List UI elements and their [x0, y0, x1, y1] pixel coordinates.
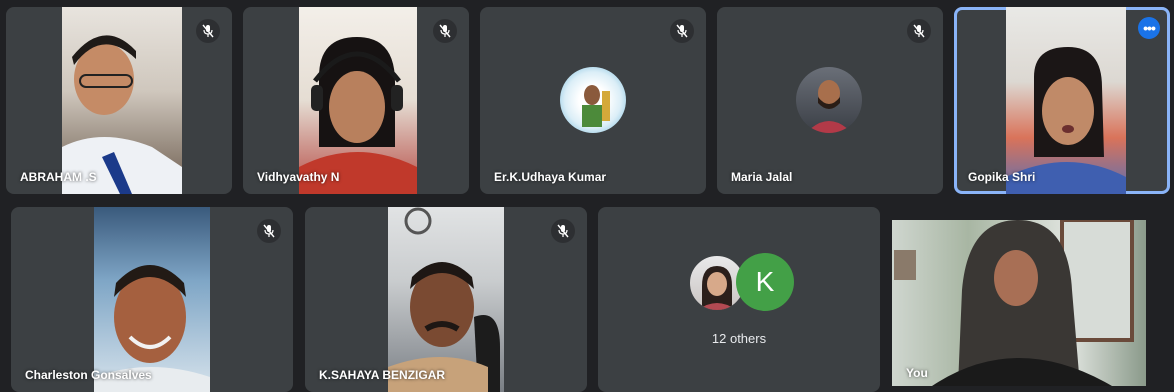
mic-off-icon — [907, 19, 931, 43]
participant-name: Charleston Gonsalves — [25, 368, 152, 382]
participant-video — [94, 207, 210, 392]
person-silhouette — [94, 265, 210, 392]
participant-name: K.SAHAYA BENZIGAR — [319, 368, 446, 382]
person-silhouette — [388, 207, 500, 392]
participant-video — [62, 7, 182, 194]
mic-off-icon — [551, 219, 575, 243]
avatar — [560, 67, 626, 133]
mic-off-icon — [257, 219, 281, 243]
self-view-video — [892, 220, 1146, 386]
others-count-label: 12 others — [711, 331, 767, 346]
participant-video — [1006, 7, 1126, 194]
person-silhouette — [62, 35, 182, 194]
participant-tile-gopika-shri[interactable]: ••• Gopika Shri — [954, 7, 1170, 194]
participant-name: Er.K.Udhaya Kumar — [494, 170, 607, 184]
participant-name: Vidhyavathy N — [257, 170, 340, 184]
avatar: K — [736, 253, 794, 311]
participant-video — [388, 207, 504, 392]
participant-tile-you[interactable]: You — [892, 220, 1146, 386]
more-options-icon[interactable]: ••• — [1138, 17, 1160, 39]
participant-video — [299, 7, 417, 194]
person-silhouette — [299, 37, 417, 194]
participant-name: Gopika Shri — [968, 170, 1036, 184]
others-tile[interactable]: K 12 others — [598, 207, 880, 392]
participant-tile-udhaya-kumar[interactable]: Er.K.Udhaya Kumar — [480, 7, 706, 194]
mic-off-icon — [670, 19, 694, 43]
participant-tile-abraham[interactable]: ABRAHAM .S — [6, 7, 232, 194]
participant-tile-charleston[interactable]: Charleston Gonsalves — [11, 207, 293, 392]
participant-name: Maria Jalal — [731, 170, 793, 184]
participant-tile-sahaya-benzigar[interactable]: K.SAHAYA BENZIGAR — [305, 207, 587, 392]
person-silhouette — [1006, 47, 1126, 194]
mic-off-icon — [196, 19, 220, 43]
avatar — [796, 67, 862, 133]
participant-name: You — [906, 366, 928, 380]
participant-name: ABRAHAM .S — [20, 170, 97, 184]
mic-off-icon — [433, 19, 457, 43]
person-silhouette — [894, 220, 1134, 386]
participant-tile-vidhyavathy[interactable]: Vidhyavathy N — [243, 7, 469, 194]
participant-tile-maria-jalal[interactable]: Maria Jalal — [717, 7, 943, 194]
